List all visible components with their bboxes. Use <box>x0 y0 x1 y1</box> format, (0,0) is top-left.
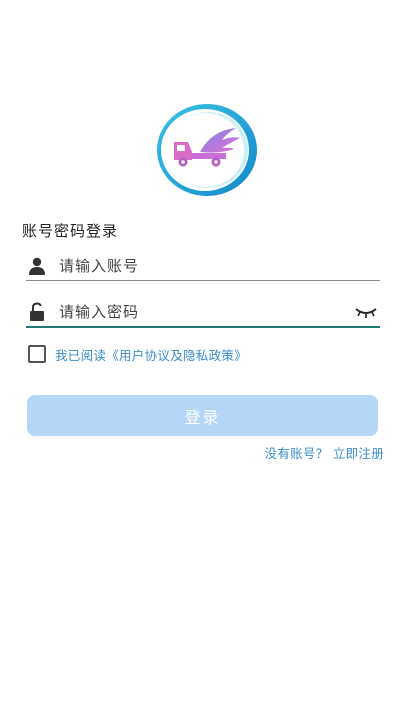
agreement-link[interactable]: 我已阅读《用户协议及隐私政策》 <box>55 345 247 364</box>
login-page: 账号密码登录 我已阅读《用户协议及隐私政策》 <box>0 0 405 720</box>
lock-icon <box>26 301 48 323</box>
agreement-checkbox[interactable] <box>28 345 46 363</box>
password-input[interactable] <box>59 298 354 326</box>
login-button[interactable]: 登录 <box>27 395 378 436</box>
account-field[interactable] <box>26 251 380 281</box>
eye-closed-icon[interactable] <box>354 305 378 319</box>
truck-wing-logo-icon <box>157 104 257 196</box>
user-icon <box>26 255 48 277</box>
agreement-row: 我已阅读《用户协议及隐私政策》 <box>28 344 247 364</box>
register-link[interactable]: 没有账号？ 立即注册 <box>265 443 384 462</box>
section-title: 账号密码登录 <box>22 222 119 240</box>
password-field[interactable] <box>26 298 380 328</box>
account-input[interactable] <box>59 251 380 280</box>
